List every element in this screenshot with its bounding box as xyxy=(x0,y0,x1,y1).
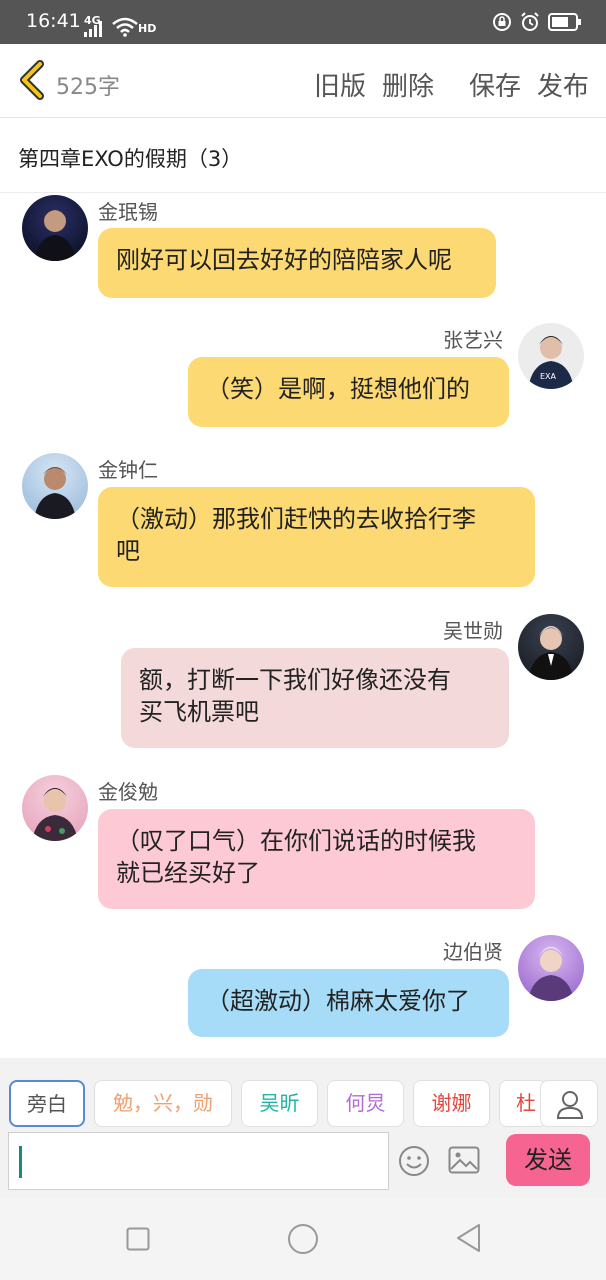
message-bubble[interactable]: 额，打断一下我们好像还没有 买飞机票吧 xyxy=(121,648,509,748)
chapter-title-bar[interactable]: 第四章EXO的假期（3） xyxy=(0,119,606,193)
compose-toolbar: 旁白 勉，兴，勋 吴昕 何炅 谢娜 杜 发送 xyxy=(0,1058,606,1198)
text-cursor xyxy=(19,1146,22,1178)
old-version-button[interactable]: 旧版 xyxy=(314,66,366,103)
avatar[interactable]: EXA xyxy=(518,323,584,389)
wifi-icon xyxy=(112,17,138,37)
svg-text:EXA: EXA xyxy=(540,372,557,381)
avatar-image xyxy=(32,788,78,841)
message-text-line: 就已经买好了 xyxy=(116,859,260,887)
message-bubble[interactable]: （激动）那我们赶快的去收拾行李 吧 xyxy=(98,487,535,587)
chapter-title: 第四章EXO的假期（3） xyxy=(18,147,243,171)
alarm-icon xyxy=(521,12,539,31)
message-text-line: 买飞机票吧 xyxy=(139,698,259,726)
smiley-icon[interactable] xyxy=(398,1145,430,1177)
sender-name: 张艺兴 xyxy=(443,328,503,352)
status-time: 16:41 xyxy=(26,10,81,32)
role-chip-narration[interactable]: 旁白 xyxy=(9,1080,85,1127)
message-bubble[interactable]: （超激动）棉麻太爱你了 xyxy=(188,969,509,1037)
message-text-line: 额，打断一下我们好像还没有 xyxy=(139,666,451,694)
battery-icon xyxy=(548,13,581,31)
publish-button[interactable]: 发布 xyxy=(537,66,589,103)
message-text: （超激动）棉麻太爱你了 xyxy=(206,987,470,1015)
image-icon[interactable] xyxy=(448,1146,480,1174)
status-bar: 16:41 4G HD xyxy=(0,0,606,44)
message-bubble[interactable]: （笑）是啊，挺想他们的 xyxy=(188,357,509,427)
message-text-line: 吧 xyxy=(116,537,140,565)
message-bubble[interactable]: （叹了口气）在你们说话的时候我 就已经买好了 xyxy=(98,809,535,909)
sender-name: 吴世勋 xyxy=(443,619,503,643)
message-text: 刚好可以回去好好的陪陪家人呢 xyxy=(116,246,452,274)
sender-name: 金俊勉 xyxy=(98,780,158,804)
recent-apps-icon[interactable] xyxy=(126,1227,150,1251)
avatar[interactable] xyxy=(518,935,584,1001)
role-manager-button[interactable] xyxy=(540,1080,598,1127)
hd-badge: HD xyxy=(138,22,157,35)
back-icon[interactable] xyxy=(455,1223,483,1253)
avatar[interactable] xyxy=(518,614,584,680)
editor-header: 525字 旧版 删除 保存 发布 xyxy=(0,44,606,118)
avatar-image: EXA xyxy=(528,336,574,389)
avatar[interactable] xyxy=(22,775,88,841)
avatar-image xyxy=(528,626,574,680)
signal-icon xyxy=(84,21,102,37)
sender-name: 金钟仁 xyxy=(98,458,158,482)
role-chip[interactable]: 谢娜 xyxy=(413,1080,490,1127)
sender-name: 边伯贤 xyxy=(443,940,503,964)
message-text-line: （叹了口气）在你们说话的时候我 xyxy=(116,827,476,855)
system-navigation-bar xyxy=(0,1198,606,1280)
sender-name: 金珉锡 xyxy=(98,200,158,224)
save-button[interactable]: 保存 xyxy=(469,66,521,103)
role-chip[interactable]: 勉，兴，勋 xyxy=(94,1080,232,1127)
status-right-icons xyxy=(492,12,582,32)
lock-rotation-icon xyxy=(493,13,511,31)
message-input[interactable] xyxy=(8,1132,389,1190)
word-count: 525字 xyxy=(56,75,120,100)
delete-button[interactable]: 删除 xyxy=(382,66,434,103)
role-chip[interactable]: 何炅 xyxy=(327,1080,404,1127)
message-text-line: （激动）那我们赶快的去收拾行李 xyxy=(116,505,476,533)
avatar[interactable] xyxy=(22,453,88,519)
avatar-image xyxy=(34,467,76,519)
message-text: （笑）是啊，挺想他们的 xyxy=(206,375,470,403)
avatar-image xyxy=(528,947,574,1001)
role-chip[interactable]: 吴昕 xyxy=(241,1080,318,1127)
avatar-image xyxy=(34,210,76,261)
message-bubble[interactable]: 刚好可以回去好好的陪陪家人呢 xyxy=(98,228,496,298)
send-button[interactable]: 发送 xyxy=(506,1134,590,1186)
home-icon[interactable] xyxy=(287,1223,319,1255)
back-chevron-icon[interactable] xyxy=(16,60,48,100)
avatar[interactable] xyxy=(22,195,88,261)
person-icon xyxy=(556,1091,584,1119)
